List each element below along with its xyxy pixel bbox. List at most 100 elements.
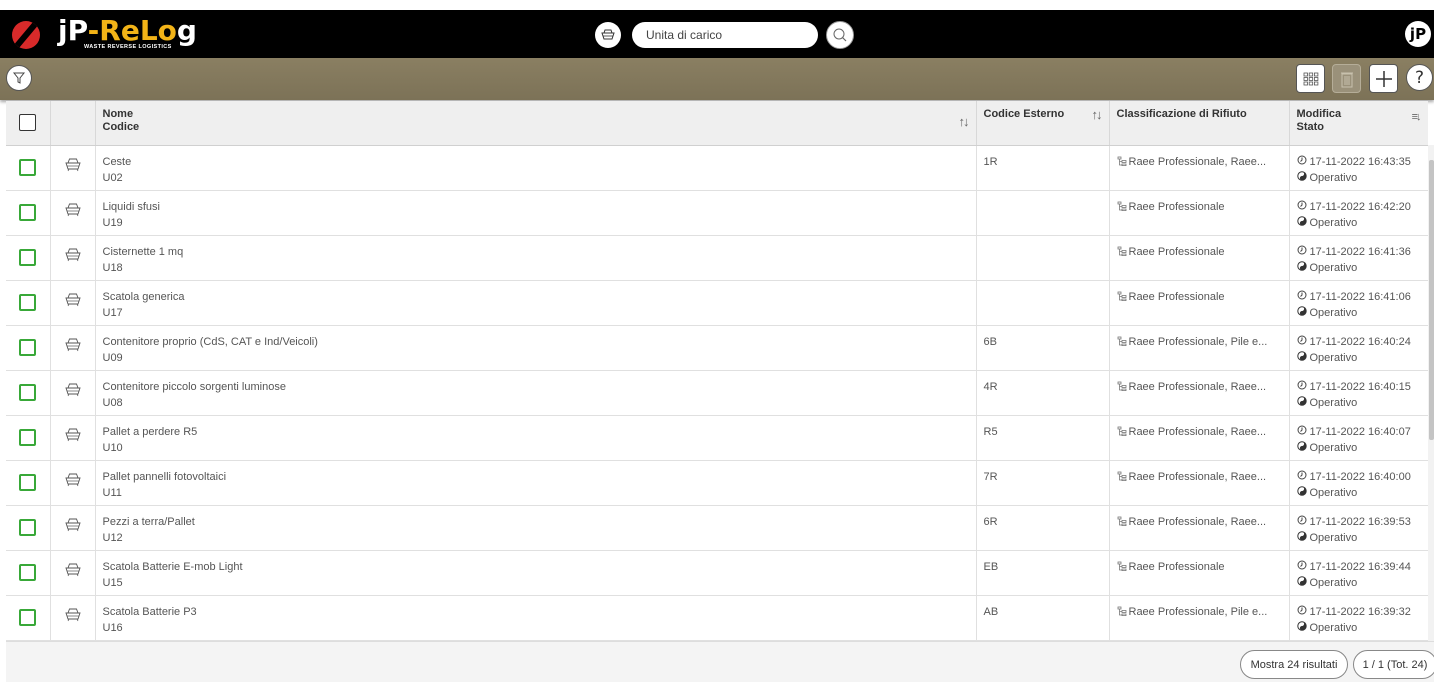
row-codice-esterno: 4R <box>983 380 998 393</box>
clock-icon <box>1297 379 1310 395</box>
nome-column-header[interactable]: Nome Codice ↑↓ <box>95 101 977 146</box>
nome-cell[interactable]: Scatola Batterie P3 U16 <box>95 595 977 640</box>
nome-cell[interactable]: Pallet a perdere R5 U10 <box>95 415 977 460</box>
codice-esterno-cell: 7R <box>976 460 1110 505</box>
row-checkbox[interactable] <box>19 294 37 311</box>
status-icon <box>1296 530 1310 546</box>
filter-icon <box>12 72 26 84</box>
classificazione-cell: Raee Professionale, Pile e... <box>1109 325 1290 370</box>
nome-cell[interactable]: Scatola Batterie E-mob Light U15 <box>95 550 977 595</box>
table-row[interactable]: Pallet a perdere R5 U10 R5 Raee Professiona… <box>6 415 1428 460</box>
load-unit-icon <box>64 608 82 626</box>
row-modified-date: 17-11-2022 16:40:00 <box>1309 470 1411 483</box>
sort-icon[interactable]: ↑↓ <box>1092 108 1103 121</box>
row-modified-date: 17-11-2022 16:43:35 <box>1309 155 1411 168</box>
table-row[interactable]: Pallet pannelli fotovoltaici U11 7R Raee Pr… <box>6 460 1428 505</box>
row-nome: Ceste <box>102 155 132 168</box>
nome-cell[interactable]: Pallet pannelli fotovoltaici U11 <box>95 460 977 505</box>
logo-part-1: jP <box>58 14 88 47</box>
trash-icon <box>1340 72 1353 87</box>
row-codice-esterno: EB <box>983 560 999 573</box>
nome-cell[interactable]: Contenitore piccolo sorgenti luminose U08 <box>95 370 977 415</box>
row-modified-date: 17-11-2022 16:41:36 <box>1309 245 1411 258</box>
row-checkbox[interactable] <box>19 609 37 626</box>
row-nome: Pallet a perdere R5 <box>102 425 198 438</box>
row-classificazione: Raee Professionale <box>1128 290 1225 303</box>
row-checkbox[interactable] <box>19 429 37 446</box>
load-unit-icon <box>64 473 82 491</box>
codice-esterno-column-header[interactable]: Codice Esterno ↑↓ <box>976 101 1110 146</box>
classification-tree-icon <box>1117 606 1129 618</box>
add-button[interactable] <box>1369 64 1398 93</box>
classificazione-cell: Raee Professionale <box>1109 190 1290 235</box>
nome-cell[interactable]: Contenitore proprio (CdS, CAT e Ind/Veic… <box>95 325 977 370</box>
table-row[interactable]: Scatola generica U17 Raee Professionale 17-… <box>6 280 1428 325</box>
clock-icon <box>1297 469 1310 485</box>
status-icon <box>1296 305 1310 321</box>
logo-part-2: -ReL <box>87 14 158 47</box>
row-type-cell <box>50 325 96 370</box>
status-icon <box>1296 170 1310 186</box>
load-unit-icon <box>64 428 82 446</box>
modifica-cell: 17-11-2022 16:42:20 Operativo <box>1289 190 1428 235</box>
table-row[interactable]: Pezzi a terra/Pallet U12 6R Raee Profession… <box>6 505 1428 550</box>
row-codice-esterno: AB <box>983 605 999 618</box>
row-nome: Liquidi sfusi <box>102 200 160 213</box>
row-checkbox[interactable] <box>19 159 37 176</box>
user-avatar[interactable]: jP <box>1405 21 1431 47</box>
row-checkbox[interactable] <box>19 249 37 266</box>
row-checkbox[interactable] <box>19 384 37 401</box>
help-button[interactable]: ? <box>1406 64 1433 91</box>
table-row[interactable]: Ceste U02 1R Raee Professionale, Raee... 17-… <box>6 145 1428 190</box>
search-button[interactable] <box>826 21 854 49</box>
row-codice: U19 <box>102 216 123 229</box>
delete-button[interactable] <box>1332 64 1361 93</box>
codice-esterno-cell <box>976 235 1110 280</box>
modifica-cell: 17-11-2022 16:40:15 Operativo <box>1289 370 1428 415</box>
show-results-button[interactable]: Mostra 24 risultati <box>1240 650 1348 679</box>
codice-esterno-cell <box>976 280 1110 325</box>
vertical-scrollbar-thumb[interactable] <box>1429 160 1434 440</box>
clock-icon <box>1297 289 1310 305</box>
row-select-cell <box>6 325 51 370</box>
select-all-checkbox[interactable] <box>19 114 37 132</box>
nome-cell[interactable]: Pezzi a terra/Pallet U12 <box>95 505 977 550</box>
status-icon <box>1296 485 1310 501</box>
nome-cell[interactable]: Ceste U02 <box>95 145 977 190</box>
sort-desc-icon[interactable]: ≡↓ <box>1412 111 1422 124</box>
classification-tree-icon <box>1117 471 1129 483</box>
nome-cell[interactable]: Cisternette 1 mq U18 <box>95 235 977 280</box>
pagination-indicator[interactable]: 1 / 1 (Tot. 24) <box>1353 650 1434 679</box>
classificazione-column-header: Classificazione di Rifiuto <box>1109 101 1290 146</box>
search-input[interactable] <box>632 22 818 48</box>
table-row[interactable]: Contenitore proprio (CdS, CAT e Ind/Veic… <box>6 325 1428 370</box>
row-checkbox[interactable] <box>19 339 37 356</box>
nome-cell[interactable]: Liquidi sfusi U19 <box>95 190 977 235</box>
sort-icon[interactable]: ↑↓ <box>959 115 970 128</box>
table-row[interactable]: Contenitore piccolo sorgenti luminose U08… <box>6 370 1428 415</box>
row-codice-esterno: 7R <box>983 470 998 483</box>
table-row[interactable]: Liquidi sfusi U19 Raee Professionale 17-11-… <box>6 190 1428 235</box>
row-status: Operativo <box>1309 531 1358 544</box>
table-row[interactable]: Scatola Batterie E-mob Light U15 EB Raee Pr… <box>6 550 1428 595</box>
row-checkbox[interactable] <box>19 564 37 581</box>
filter-button[interactable] <box>6 65 32 91</box>
table-row[interactable]: Scatola Batterie P3 U16 AB Raee Professiona… <box>6 595 1428 640</box>
nome-cell[interactable]: Scatola generica U17 <box>95 280 977 325</box>
modifica-column-header[interactable]: Modifica Stato ≡↓ <box>1289 101 1428 146</box>
row-classificazione: Raee Professionale, Raee... <box>1128 155 1267 168</box>
row-codice: U08 <box>102 396 123 409</box>
row-nome: Contenitore proprio (CdS, CAT e Ind/Veic… <box>102 335 318 348</box>
app-logo[interactable]: jP-ReLog <box>58 16 197 46</box>
table-row[interactable]: Cisternette 1 mq U18 Raee Professionale 17-… <box>6 235 1428 280</box>
logo-part-4: g <box>176 14 197 47</box>
row-checkbox[interactable] <box>19 519 37 536</box>
row-checkbox[interactable] <box>19 204 37 221</box>
grid-view-button[interactable] <box>1296 64 1325 93</box>
row-codice-esterno: 1R <box>983 155 998 168</box>
plus-icon <box>1375 70 1392 87</box>
status-icon <box>1296 575 1310 591</box>
load-unit-icon[interactable] <box>595 22 621 48</box>
table-header-row: Nome Codice ↑↓ Codice Esterno ↑↓ Classif… <box>6 101 1428 146</box>
row-checkbox[interactable] <box>19 474 37 491</box>
